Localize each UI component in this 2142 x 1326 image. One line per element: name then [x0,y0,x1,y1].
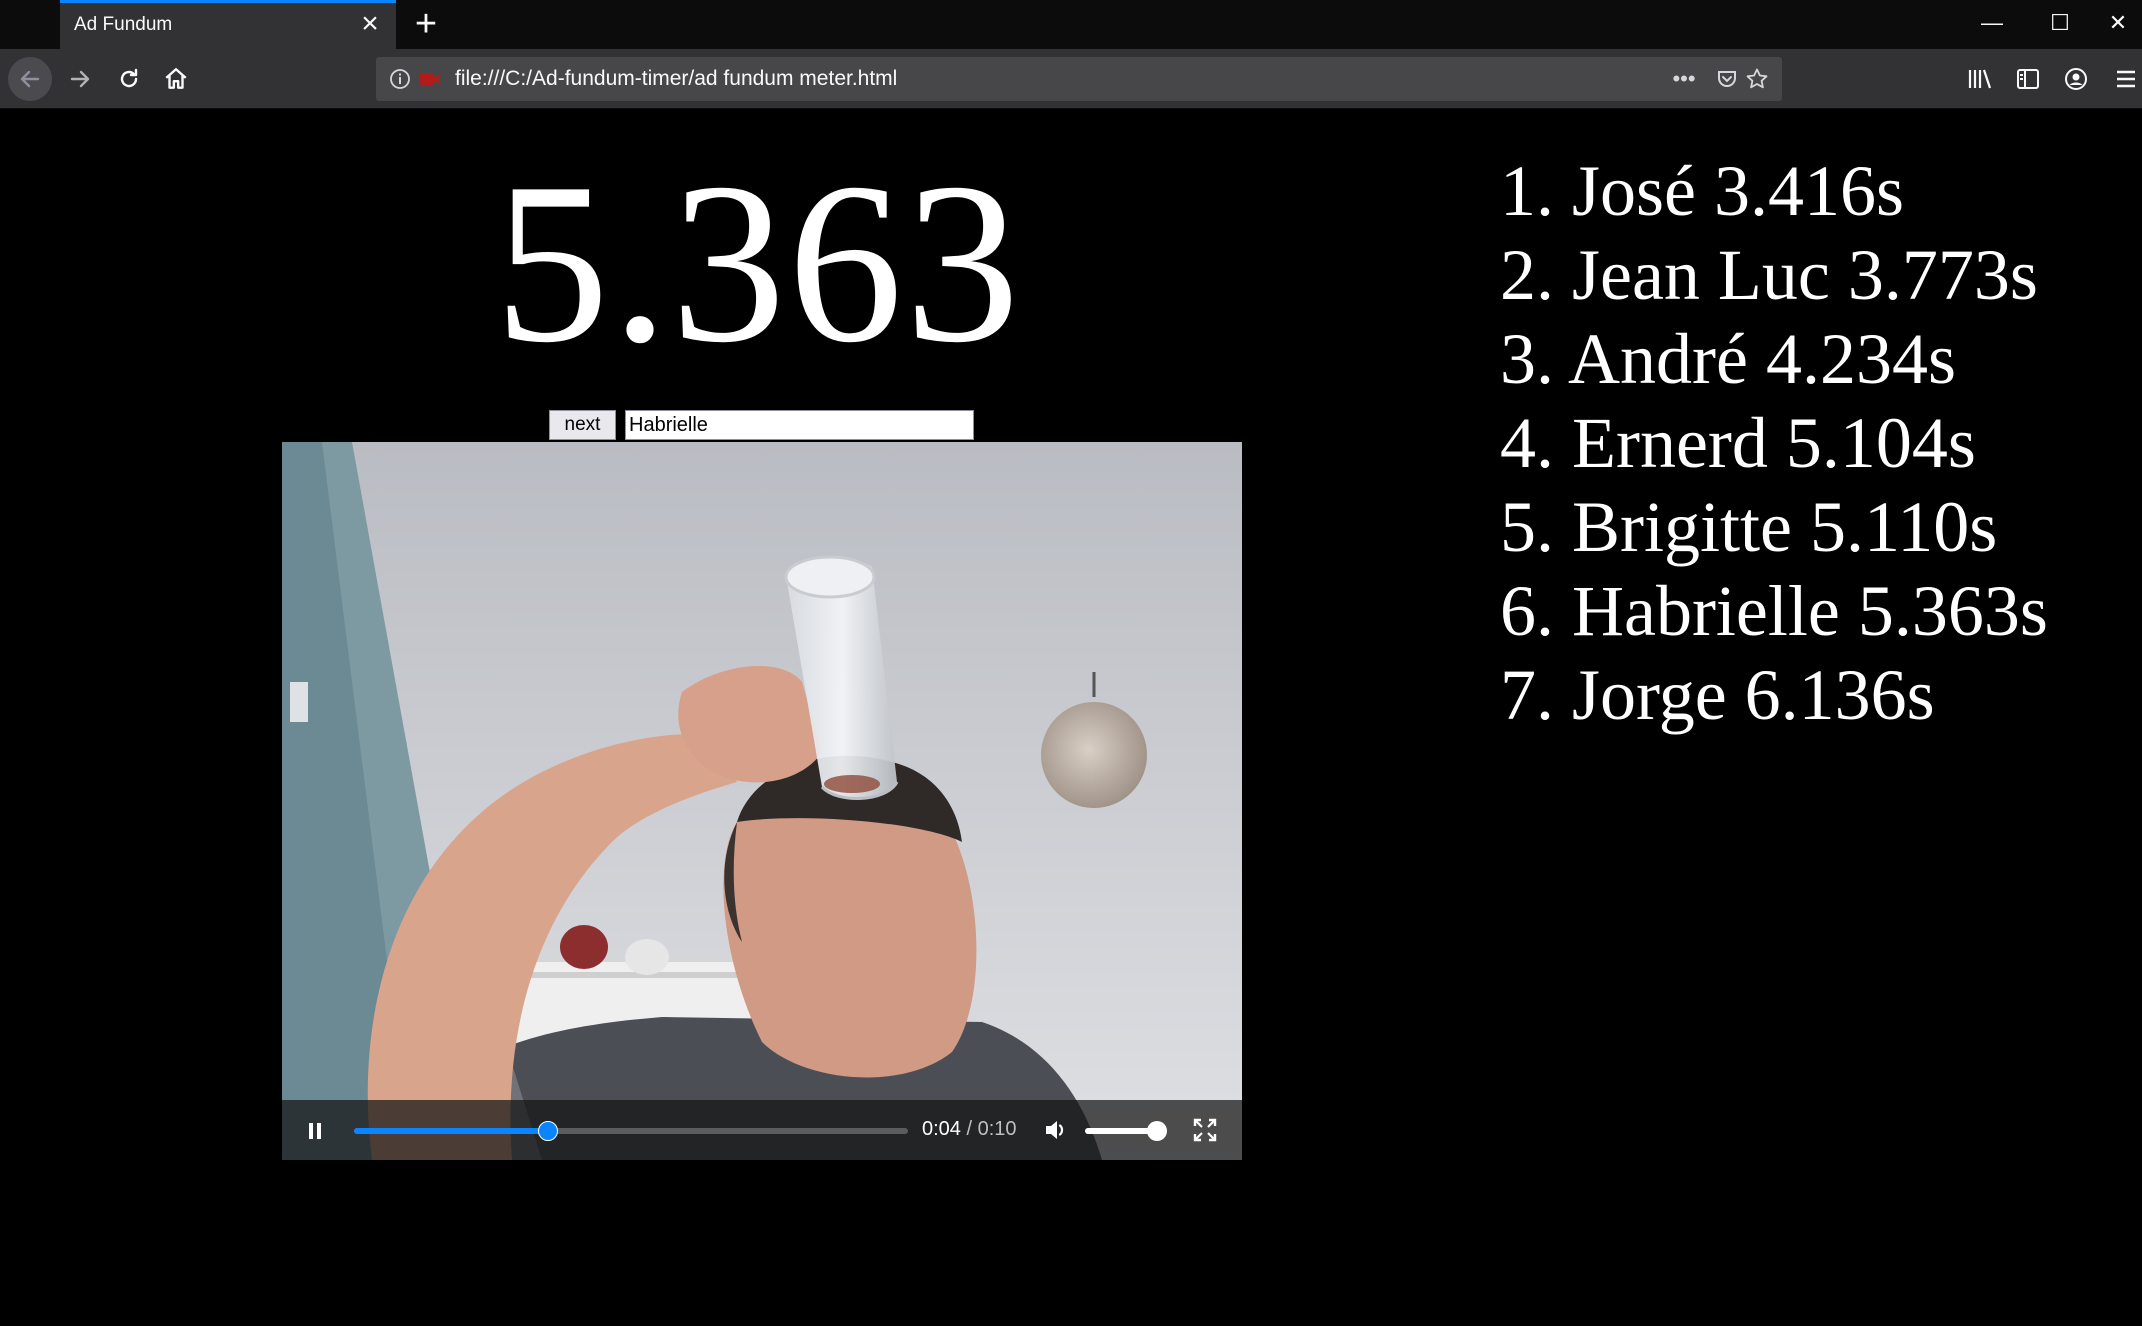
leaderboard-row: 6. Habrielle 5.363s [1500,571,2048,651]
next-button[interactable]: next [549,410,616,440]
minimize-icon[interactable]: — [1958,0,2026,49]
leaderboard-row: 2. Jean Luc 3.773s [1500,235,2038,315]
tab-close-icon[interactable]: × [358,9,382,39]
leaderboard-row: 5. Brigitte 5.110s [1500,487,1998,567]
leaderboard: 1. José 3.416s 2. Jean Luc 3.773s 3. André… [1500,149,2048,737]
library-icon[interactable] [1958,57,2002,101]
pause-icon[interactable] [302,1118,328,1144]
tab-ad-fundum[interactable]: Ad Fundum × [60,0,396,49]
home-icon[interactable] [154,57,198,101]
page-content: 5.363 next Habrielle 0:04 / 0:10 1. José… [0,109,2142,1326]
account-icon[interactable] [2054,57,2098,101]
sidebar-icon[interactable] [2006,57,2050,101]
url-text[interactable]: file:///C:/Ad-fundum-timer/ad fundum met… [455,67,897,91]
fullscreen-icon[interactable] [1192,1117,1218,1143]
video-frame [282,442,1242,1160]
star-icon[interactable] [1745,67,1769,91]
tab-bar: Ad Fundum × + — ☐ ✕ [0,0,2142,49]
volume-thumb[interactable] [1147,1121,1167,1141]
more-dots-icon[interactable]: ••• [1672,66,1696,91]
time-separator: / [966,1118,973,1140]
tab-title: Ad Fundum [74,14,173,35]
reload-icon[interactable] [107,57,151,101]
leaderboard-row: 3. André 4.234s [1500,319,1956,399]
leaderboard-row: 7. Jorge 6.136s [1500,655,1935,735]
menu-icon[interactable] [2110,57,2142,101]
timer-display: 5.363 [494,135,1022,390]
volume-slider[interactable] [1085,1121,1167,1141]
video-time: 0:04 / 0:10 [922,1118,1017,1141]
leaderboard-row: 1. José 3.416s [1500,151,1905,231]
tracking-icon[interactable] [418,67,442,91]
seek-bar-progress [354,1128,548,1134]
pocket-icon[interactable] [1715,67,1739,91]
new-tab-button[interactable]: + [406,4,446,44]
duration: 0:10 [977,1118,1017,1140]
url-bar[interactable]: file:///C:/Ad-fundum-timer/ad fundum met… [376,57,1782,101]
nav-bar: file:///C:/Ad-fundum-timer/ad fundum met… [0,49,2142,109]
video-seek-bar[interactable] [354,1121,908,1141]
forward-arrow-icon[interactable] [58,57,102,101]
seek-bar-thumb[interactable] [537,1121,558,1141]
video-controls: 0:04 / 0:10 [282,1100,1242,1160]
video-player[interactable]: 0:04 / 0:10 [282,442,1242,1160]
participant-name-input[interactable] [625,410,974,440]
close-icon[interactable]: ✕ [2094,0,2142,49]
maximize-icon[interactable]: ☐ [2026,0,2094,49]
back-arrow-icon[interactable] [8,57,52,101]
info-icon[interactable] [388,67,412,91]
leaderboard-row: 4. Ernerd 5.104s [1500,403,1976,483]
current-time: 0:04 [922,1118,961,1140]
volume-icon[interactable] [1042,1116,1070,1144]
